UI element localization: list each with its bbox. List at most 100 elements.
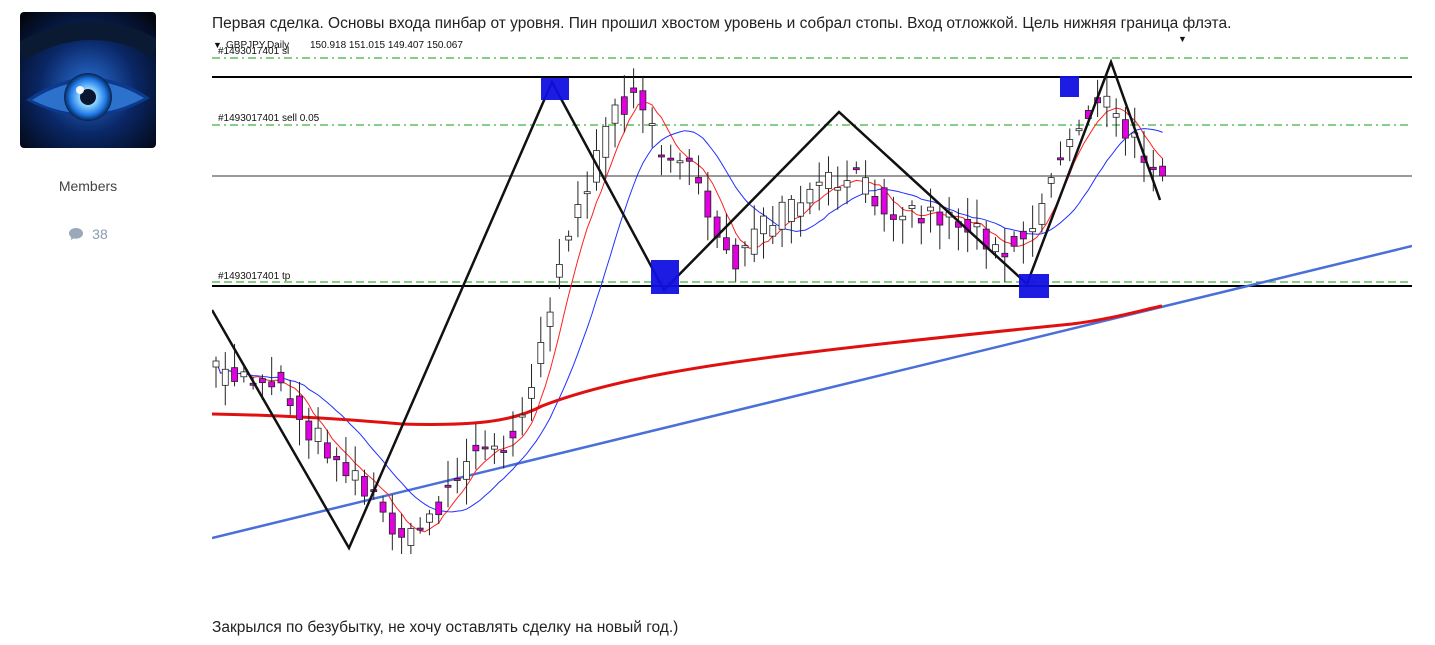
candle-body — [546, 311, 554, 327]
candle-body — [834, 187, 842, 191]
candle-body — [574, 204, 582, 219]
candle-body — [806, 188, 814, 204]
candle-body — [463, 461, 470, 480]
candle-body — [212, 360, 220, 368]
candle-body — [555, 264, 563, 278]
candle-body — [695, 177, 702, 184]
candle-body — [583, 191, 591, 195]
candle-body — [704, 190, 712, 218]
candle-body — [1001, 252, 1009, 258]
candle-body — [314, 427, 322, 442]
candle-body — [323, 442, 331, 459]
order-label-sl: #1493017401 sl — [218, 46, 289, 57]
candle-body — [518, 414, 526, 418]
post-text-top: Первая сделка. Основы входа пинбар от ур… — [212, 15, 1232, 32]
candle-body — [277, 371, 285, 384]
candle-body — [240, 371, 248, 378]
candle-body — [259, 378, 266, 384]
price-chart: ▼ GBPJPY,Daily 150.918 151.015 149.407 1… — [212, 34, 1412, 554]
candle-body — [611, 104, 619, 124]
candle-body — [342, 462, 350, 477]
candle-body — [416, 527, 424, 531]
candle-body — [398, 528, 406, 538]
candle-body — [407, 528, 415, 546]
candle-body — [862, 177, 869, 195]
candle-body — [1112, 113, 1120, 118]
pivot-marker — [651, 260, 679, 294]
candle-body — [490, 445, 498, 450]
candle-body — [602, 125, 610, 158]
post-count-value: 38 — [92, 226, 108, 242]
pivot-marker — [541, 78, 569, 100]
candle-body — [917, 218, 925, 224]
candle-body — [936, 211, 944, 226]
candle-body — [509, 430, 517, 439]
candle-body — [667, 157, 675, 161]
candle-body — [685, 157, 693, 162]
ma-mid-line — [215, 128, 1163, 513]
candle-body — [379, 501, 387, 513]
author-role: Members — [58, 178, 118, 194]
candle-body — [453, 478, 461, 481]
candle-body — [268, 381, 276, 388]
candle-body — [825, 171, 832, 189]
candle-body — [750, 228, 758, 255]
candle-body — [732, 244, 740, 270]
candle-body — [528, 387, 535, 399]
ma-slow-line — [212, 304, 1163, 426]
candle-body — [1149, 166, 1157, 171]
post-text-bottom: Закрылся по безубытку, не хочу оставлять… — [212, 619, 679, 636]
candle-body — [639, 90, 647, 111]
candle-body — [676, 160, 684, 164]
candle-body — [444, 484, 452, 488]
candle-body — [787, 199, 795, 222]
candle-body — [435, 501, 443, 516]
candle-body — [231, 367, 238, 382]
candle-body — [722, 237, 730, 251]
pivot-marker — [1019, 274, 1049, 298]
candle-body — [630, 87, 638, 93]
candle-body — [296, 395, 303, 420]
scroll-arrow-icon[interactable]: ▼ — [1178, 34, 1187, 44]
candle-body — [1103, 95, 1111, 108]
candle-body — [472, 444, 480, 452]
candle-body — [537, 342, 545, 364]
candle-body — [286, 398, 294, 406]
candle-body — [769, 225, 777, 237]
candle-body — [890, 214, 897, 220]
post-count[interactable]: 38 — [18, 226, 158, 242]
candle-body — [1057, 157, 1064, 161]
candle-body — [760, 215, 767, 235]
candle-body — [388, 512, 396, 535]
candle-body — [992, 244, 999, 253]
candle-body — [305, 420, 313, 441]
candle-body — [973, 223, 981, 228]
candle-body — [658, 154, 665, 158]
candle-body — [565, 235, 573, 241]
candle-body — [908, 205, 916, 209]
chart-ohlc-label: 150.918 151.015 149.407 150.067 — [310, 40, 463, 51]
candle-body — [778, 201, 786, 230]
candle-body — [500, 450, 508, 453]
candle-body — [1047, 177, 1055, 184]
candle-body — [1010, 236, 1018, 247]
candle-body — [1159, 165, 1166, 177]
candle-body — [221, 368, 229, 386]
candle-body — [1075, 128, 1083, 132]
trendline — [212, 244, 1412, 540]
candle-body — [852, 167, 860, 171]
pivot-marker — [1060, 76, 1079, 97]
candle-body — [620, 96, 628, 115]
eye-avatar-icon[interactable] — [20, 12, 156, 148]
candle-body — [843, 180, 851, 188]
candle-body — [1066, 139, 1074, 147]
candle-body — [927, 206, 934, 212]
candle-body — [1038, 203, 1046, 225]
candle-body — [899, 215, 907, 221]
comment-icon — [68, 226, 92, 242]
candle-body — [481, 446, 489, 450]
candle-body — [741, 245, 749, 249]
order-label-sell: #1493017401 sell 0.05 — [218, 113, 320, 124]
candle-body — [880, 187, 888, 215]
candle-body — [1019, 230, 1027, 240]
